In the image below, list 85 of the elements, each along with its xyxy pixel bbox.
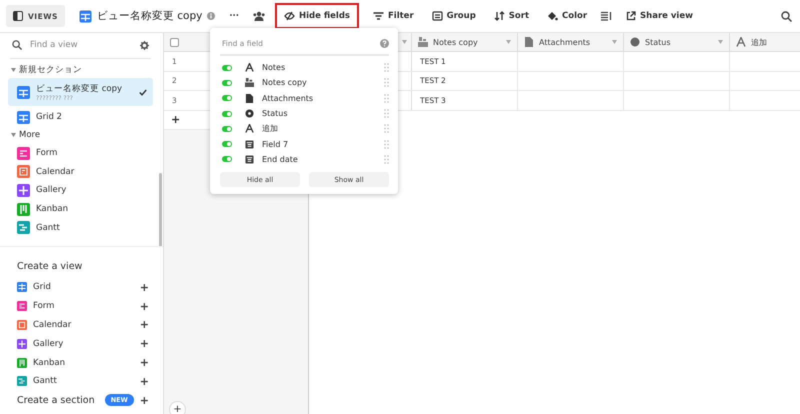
caret-icon[interactable] <box>402 40 407 44</box>
help-icon[interactable] <box>380 38 389 48</box>
color-icon <box>547 11 558 21</box>
caret-icon[interactable] <box>11 133 16 138</box>
drag-handle-icon[interactable] <box>384 94 389 103</box>
caret-icon[interactable] <box>612 40 617 44</box>
toggle-switch[interactable] <box>222 95 232 102</box>
field-row[interactable]: Field 7 <box>220 136 389 152</box>
column-header[interactable]: 追加 <box>730 33 800 51</box>
view-title: ビュー名称変更 copy <box>96 9 202 23</box>
view-item[interactable]: Gallery <box>8 181 153 200</box>
view-item[interactable]: Form <box>8 144 153 162</box>
drag-handle-icon[interactable] <box>384 63 389 72</box>
lookup-field-icon <box>418 37 428 47</box>
sidebar-toggle-icon <box>13 11 23 21</box>
create-view-item[interactable]: Grid + <box>17 278 149 297</box>
toolbar-button[interactable]: Sort <box>490 6 534 26</box>
create-view-item[interactable]: Kanban + <box>17 353 149 372</box>
toggle-switch[interactable] <box>222 80 232 86</box>
hide-icon <box>284 11 296 21</box>
sort-icon <box>494 11 505 21</box>
column-header[interactable]: Notes copy <box>412 33 518 51</box>
create-section-link[interactable]: Create a section <box>17 394 99 406</box>
settings-icon[interactable] <box>140 40 149 50</box>
create-view-item[interactable]: Gallery + <box>17 334 149 354</box>
toggle-switch[interactable] <box>222 156 232 162</box>
search-icon <box>12 40 22 50</box>
toolbar-button[interactable]: Group <box>428 6 480 26</box>
check-icon <box>139 88 147 96</box>
drag-handle-icon[interactable] <box>384 124 389 134</box>
create-view-title: Create a view <box>17 261 84 272</box>
people-icon[interactable] <box>253 11 266 21</box>
caret-icon[interactable] <box>11 68 16 72</box>
view-item[interactable]: Kanban <box>8 200 153 218</box>
drag-handle-icon[interactable] <box>384 109 389 118</box>
date-field-icon <box>245 140 254 149</box>
view-item[interactable]: Calendar <box>8 162 153 182</box>
caret-icon[interactable] <box>718 40 723 44</box>
add-section-button[interactable]: + <box>140 394 149 407</box>
field-row[interactable]: Notes copy <box>220 75 389 91</box>
column-header[interactable]: Attachments <box>518 33 624 51</box>
text-field-icon <box>245 124 254 134</box>
group-icon <box>432 11 443 21</box>
drag-handle-icon[interactable] <box>384 140 389 149</box>
share-view-button[interactable]: Share view <box>622 6 697 26</box>
attachment-field-icon <box>524 37 534 47</box>
create-view-item[interactable]: Calendar + <box>17 316 149 334</box>
search-icon[interactable] <box>781 10 792 22</box>
toggle-switch[interactable] <box>222 110 232 117</box>
toolbar-button[interactable]: Color <box>543 6 592 26</box>
create-view-item[interactable]: Gantt + <box>17 372 149 391</box>
view-item[interactable]: Gantt <box>8 218 153 238</box>
lookup-field-icon <box>245 78 254 88</box>
info-icon[interactable] <box>207 12 216 20</box>
create-view-item[interactable]: Form + <box>17 296 149 316</box>
drag-handle-icon[interactable] <box>384 78 389 88</box>
field-row[interactable]: Notes <box>220 60 389 76</box>
attachment-field-icon <box>245 94 254 103</box>
caret-icon[interactable] <box>506 40 511 44</box>
toggle-switch[interactable] <box>222 64 232 71</box>
toolbar-button[interactable]: Filter <box>368 6 418 26</box>
section-title[interactable]: More <box>19 130 40 140</box>
share-icon <box>626 11 636 21</box>
select-all-checkbox[interactable] <box>170 38 179 46</box>
text-field-icon <box>736 37 746 47</box>
text-field-icon <box>245 63 254 72</box>
field-row[interactable]: End date <box>220 152 389 168</box>
toggle-switch[interactable] <box>222 126 232 132</box>
drag-handle-icon[interactable] <box>384 154 389 164</box>
row-height-icon[interactable] <box>601 11 612 21</box>
field-row[interactable]: Attachments <box>220 90 389 106</box>
add-row-button[interactable]: + <box>164 110 180 129</box>
status-field-icon <box>245 109 254 118</box>
toggle-switch[interactable] <box>222 141 232 148</box>
more-button[interactable]: ··· <box>225 6 244 26</box>
filter-icon <box>372 11 384 21</box>
field-row[interactable]: Status <box>220 106 389 122</box>
status-field-icon <box>630 37 640 47</box>
column-header[interactable]: Status <box>624 33 730 51</box>
section-title[interactable]: 新規セクション <box>19 64 82 76</box>
grid-icon <box>78 10 92 22</box>
field-row[interactable]: 追加 <box>220 121 389 136</box>
date-field-icon <box>245 154 254 164</box>
scrollbar[interactable] <box>159 173 162 246</box>
view-item[interactable]: Grid 2 <box>8 108 153 127</box>
